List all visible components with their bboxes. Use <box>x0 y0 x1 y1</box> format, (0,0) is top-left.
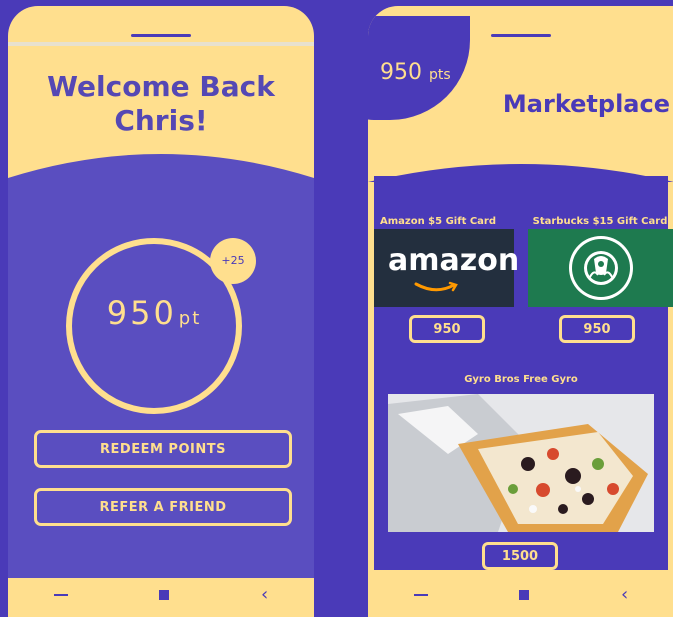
bonus-badge: +25 <box>210 238 256 284</box>
points-unit: pts <box>429 67 451 83</box>
amazon-smile-icon <box>414 281 458 292</box>
speaker-grille <box>491 34 551 37</box>
welcome-line-1: Welcome Back <box>47 70 275 103</box>
points-label: 950 pts <box>380 60 451 85</box>
amazon-wordmark: amazon <box>388 243 520 278</box>
back-chevron-icon[interactable]: ‹ <box>261 585 268 604</box>
recent-apps-icon[interactable] <box>53 593 68 596</box>
gyro-image <box>388 394 654 532</box>
home-square-icon[interactable] <box>159 589 170 600</box>
points-unit: pt <box>178 308 202 329</box>
starbucks-price-button[interactable]: 950 <box>559 315 635 343</box>
android-nav-bar: ‹ <box>8 572 314 617</box>
speaker-grille <box>131 34 191 37</box>
card-title-amazon: Amazon $5 Gift Card <box>379 216 497 227</box>
points-value: 950 <box>106 294 177 332</box>
gyro-price-button[interactable]: 1500 <box>482 542 558 570</box>
points-display: 950 pt <box>66 294 242 332</box>
recent-apps-icon[interactable] <box>413 593 428 596</box>
card-title-starbucks: Starbucks $15 Gift Card <box>532 216 668 227</box>
points-value: 950 <box>380 60 422 85</box>
home-square-icon[interactable] <box>519 589 530 600</box>
status-divider <box>8 42 314 46</box>
panel-curve <box>368 164 673 182</box>
gyro-photo[interactable] <box>388 394 654 532</box>
panel-curve <box>8 144 314 184</box>
welcome-heading: Welcome Back Chris! <box>8 70 314 138</box>
back-chevron-icon[interactable]: ‹ <box>621 585 628 604</box>
page-title: Marketplace <box>502 90 670 118</box>
amazon-logo[interactable]: amazon <box>374 229 519 307</box>
amazon-price-button[interactable]: 950 <box>409 315 485 343</box>
welcome-line-2: Chris! <box>114 104 208 137</box>
redeem-points-button[interactable]: REDEEM POINTS <box>34 430 292 468</box>
android-nav-bar: ‹ <box>368 572 673 617</box>
refer-friend-button[interactable]: REFER A FRIEND <box>34 488 292 526</box>
phone-home-screen: Welcome Back Chris! 950 pt +25 REDEEM POI… <box>8 6 314 617</box>
phone-marketplace-screen: 950 pts Marketplace Amazon $5 Gift Card … <box>368 6 673 617</box>
card-title-gyro: Gyro Bros Free Gyro <box>464 374 578 385</box>
starbucks-siren-icon <box>569 236 633 300</box>
starbucks-logo[interactable] <box>528 229 673 307</box>
